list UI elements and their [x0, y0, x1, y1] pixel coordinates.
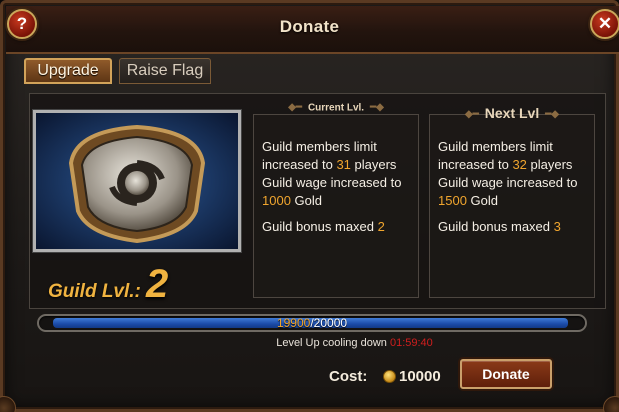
cooldown-timer: 01:59:40	[389, 337, 433, 349]
bonus-value: 2	[377, 219, 385, 234]
guild-shield-emblem-icon	[36, 113, 238, 249]
next-level-panel: ◆━ Next Lvl ━◆ Guild members limit increas…	[429, 105, 595, 298]
next-level-details: Guild members limit increased to 32 play…	[438, 139, 578, 234]
current-level-header: ◆━ Current Lvl. ━◆	[288, 102, 384, 114]
close-button[interactable]: ✕	[590, 9, 619, 39]
current-level-panel: ◆━ Current Lvl. ━◆ Guild members limit inc…	[253, 103, 419, 298]
divider-ornament-icon: ━◆	[545, 108, 559, 120]
cooldown-status: Level Up cooling down 01:59:40	[276, 337, 433, 349]
members-limit-value: 32	[512, 157, 527, 172]
bonus-value: 3	[553, 219, 561, 234]
guild-level-value: 2	[146, 262, 169, 306]
divider-ornament-icon: ◆━	[288, 102, 302, 113]
current-level-details: Guild members limit increased to 31 play…	[262, 139, 402, 234]
next-level-header: ◆━ Next Lvl ━◆	[465, 105, 559, 121]
gold-coin-icon	[383, 370, 396, 383]
tab-upgrade[interactable]: Upgrade	[24, 58, 112, 84]
question-mark-icon: ?	[16, 14, 28, 33]
wage-value: 1500	[438, 193, 467, 208]
members-limit-value: 31	[336, 157, 351, 172]
window-title: Donate	[279, 17, 340, 36]
wage-value: 1000	[262, 193, 291, 208]
help-button[interactable]: ?	[7, 9, 37, 39]
tab-raise-flag[interactable]: Raise Flag	[119, 58, 211, 84]
cost-label: Cost:	[329, 368, 368, 385]
progress-text: 19900/20000	[276, 316, 348, 330]
cost-value: 10000	[399, 368, 441, 385]
divider-ornament-icon: ━◆	[370, 102, 384, 113]
close-icon: ✕	[597, 14, 613, 33]
divider-ornament-icon: ◆━	[465, 108, 479, 120]
guild-xp-progress-bar: 19900/20000	[37, 314, 587, 332]
guild-emblem-image	[33, 110, 241, 252]
guild-level-label: Guild Lvl.:	[48, 281, 141, 302]
donate-button[interactable]: Donate	[460, 359, 552, 389]
